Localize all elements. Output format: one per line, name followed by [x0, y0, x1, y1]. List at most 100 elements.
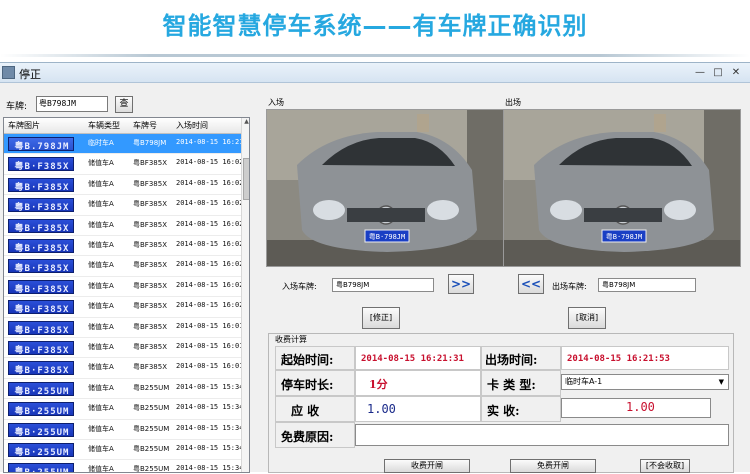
- plate-thumbnail-text: 粤B·F385X: [14, 244, 70, 254]
- start-time-label: 起始时间:: [281, 353, 334, 367]
- table-row[interactable]: 粤B·F385X 储值车A 粤BF385X 2014-08-15 16:02: [4, 195, 241, 216]
- scroll-thumb[interactable]: [243, 158, 249, 200]
- close-button[interactable]: ✕: [730, 67, 742, 78]
- plate-thumbnail-text: 粤B·F385X: [14, 203, 70, 214]
- plate-thumbnail: 粤B·255UM: [8, 422, 74, 438]
- table-row[interactable]: 粤B·F385X 储值车A 粤BF385X 2014-08-15 16:02: [4, 297, 241, 318]
- scroll-up-icon[interactable]: ▲: [242, 118, 249, 128]
- free-reason-input[interactable]: [355, 424, 729, 446]
- vehicle-type-cell: 储值车A: [88, 159, 114, 168]
- app-icon: [2, 66, 15, 79]
- plate-number-cell: 粤BF385X: [133, 261, 167, 270]
- plate-thumbnail: 粤B·F385X: [8, 198, 74, 214]
- vehicle-grid: 车牌图片 车辆类型 车牌号 入场时间 粤B.798JM 临时车A 粤B798JM 20…: [3, 117, 250, 473]
- entry-time-cell: 2014-08-15 15:34: [176, 382, 241, 391]
- entry-time-cell: 2014-08-15 16:02: [176, 260, 241, 269]
- entry-plate-field[interactable]: 粤B798JM: [332, 278, 434, 292]
- table-row[interactable]: 粤B·255UM储值车A粤B255UM2014-08-15 15:34: [4, 379, 241, 400]
- plate-thumbnail-text: 粤B.798JM: [14, 142, 70, 152]
- plate-thumbnail: 粤B·F385X: [8, 218, 74, 234]
- table-row[interactable]: 粤B·F385X 储值车A 粤BF385X 2014-08-15 16:02: [4, 256, 241, 277]
- entry-time-cell: 2014-08-15 15:34: [176, 423, 241, 432]
- table-row[interactable]: 粤B.798JM 临时车A 粤B798JM 2014-08-15 16:21: [4, 134, 241, 155]
- entry-time-cell: 2014-08-15 16:01: [176, 362, 241, 371]
- table-row[interactable]: 粤B·F385X 储值车A 粤BF385X 2014-08-15 16:02: [4, 175, 241, 196]
- plate-number-cell: 粤BF385X: [133, 302, 167, 311]
- plate-number-cell: 粤BF385X: [133, 179, 167, 188]
- plate-thumbnail-text: 粤B·255UM: [14, 386, 70, 397]
- plate-thumbnail-text: 粤B·F385X: [14, 346, 70, 356]
- copy-to-exit-button[interactable]: >>: [448, 274, 474, 294]
- card-type-label: 卡 类 型:: [487, 378, 536, 392]
- plate-thumbnail: 粤B·F385X: [8, 239, 74, 254]
- vehicle-type-cell: 储值车A: [88, 220, 114, 229]
- exit-plate-field[interactable]: 粤B798JM: [598, 278, 696, 292]
- vehicle-type-cell: 储值车A: [88, 281, 114, 290]
- header-plate-image[interactable]: 车牌图片: [8, 120, 40, 131]
- header-plate-number[interactable]: 车牌号: [133, 120, 157, 131]
- plate-thumbnail: 粤B·F385X: [8, 341, 74, 356]
- query-button[interactable]: 查: [115, 96, 133, 113]
- plate-thumbnail-text: 粤B·F385X: [14, 305, 70, 316]
- vehicle-type-cell: 储值车A: [88, 383, 114, 392]
- cancel-button[interactable]: [取消]: [568, 307, 606, 329]
- header-vehicle-type[interactable]: 车辆类型: [88, 120, 120, 131]
- grid-body: 粤B.798JM 临时车A 粤B798JM 2014-08-15 16:21 粤B·F3…: [4, 134, 241, 472]
- vehicle-type-cell: 储值车A: [88, 445, 114, 453]
- plate-thumbnail: 粤B.798JM: [8, 137, 74, 152]
- plate-thumbnail: 粤B·F385X: [8, 320, 74, 336]
- plate-thumbnail: 粤B·255UM: [8, 402, 74, 417]
- entry-time-cell: 2014-08-15 16:02: [176, 219, 241, 228]
- free-open-gate-button[interactable]: 免费开闸: [510, 459, 596, 473]
- minimize-button[interactable]: —: [694, 67, 706, 78]
- duration-value: 1分: [369, 378, 388, 391]
- plate-thumbnail-text: 粤B·F385X: [14, 162, 70, 173]
- plate-thumbnail: 粤B·255UM: [8, 381, 74, 397]
- copy-to-entry-button[interactable]: <<: [518, 274, 544, 294]
- fix-plate-button[interactable]: [修正]: [362, 307, 400, 329]
- plate-thumbnail-text: 粤B·F385X: [14, 366, 70, 377]
- table-row[interactable]: 粤B·255UM储值车A粤B255UM2014-08-15 15:34: [4, 420, 241, 440]
- plate-thumbnail: 粤B·F385X: [8, 279, 74, 295]
- free-reason-label: 免费原因:: [281, 430, 334, 444]
- maximize-button[interactable]: □: [712, 67, 724, 78]
- plate-search-input[interactable]: 粤B798JM: [36, 96, 108, 112]
- table-row[interactable]: 粤B·255UM储值车A粤B255UM2014-08-15 15:34: [4, 460, 241, 472]
- amount-paid-label: 实 收:: [487, 404, 520, 418]
- dropdown-arrow-icon[interactable]: ▼: [719, 375, 724, 389]
- banner-divider: [0, 54, 750, 57]
- vehicle-type-cell: 储值车A: [88, 261, 114, 270]
- header-entry-time[interactable]: 入场时间: [176, 120, 208, 131]
- vehicle-type-cell: 储值车A: [88, 179, 114, 188]
- table-row[interactable]: 粤B·F385X 储值车A 粤BF385X 2014-08-15 16:01: [4, 318, 241, 338]
- plate-number-cell: 粤B255UM: [133, 404, 170, 413]
- entry-time-cell: 2014-08-15 15:34: [176, 444, 241, 452]
- table-row[interactable]: 粤B·F385X 储值车A 粤BF385X 2014-08-15 16:02: [4, 236, 241, 257]
- amount-paid-input[interactable]: 1.00: [561, 398, 711, 418]
- entry-time-cell: 2014-08-15 16:01: [176, 342, 241, 350]
- plate-number-cell: 粤B255UM: [133, 445, 170, 453]
- table-row[interactable]: 粤B·F385X 储值车A 粤BF385X 2014-08-15 16:01: [4, 338, 241, 359]
- window-titlebar: 停正 — □ ✕: [0, 63, 750, 83]
- table-row[interactable]: 粤B·F385X 储值车A 粤BF385X 2014-08-15 16:02: [4, 216, 241, 236]
- no-charge-button[interactable]: [不会收取]: [640, 459, 690, 473]
- vehicle-type-cell: 储值车A: [88, 363, 114, 372]
- grid-scrollbar[interactable]: ▲: [241, 118, 249, 472]
- table-row[interactable]: 粤B·F385X 储值车A 粤BF385X 2014-08-15 16:01: [4, 358, 241, 379]
- plate-thumbnail-text: 粤B·F385X: [14, 284, 70, 295]
- vehicle-type-cell: 储值车A: [88, 200, 114, 209]
- entry-time-cell: 2014-08-15 16:21: [176, 138, 241, 146]
- vehicle-type-cell: 临时车A: [88, 139, 114, 147]
- table-row[interactable]: 粤B·255UM 储值车A 粤B255UM 2014-08-15 15:34: [4, 440, 241, 461]
- entry-photo-plate: 粤B·798JM: [369, 232, 406, 241]
- table-row[interactable]: 粤B·F385X 储值车A 粤BF385X 2014-08-15 16:02: [4, 154, 241, 175]
- charge-open-gate-button[interactable]: 收费开闸: [384, 459, 470, 473]
- plate-number-cell: 粤BF385X: [133, 322, 167, 331]
- plate-thumbnail: 粤B·F385X: [8, 300, 74, 316]
- plate-thumbnail: 粤B·255UM: [8, 443, 74, 458]
- table-row[interactable]: 粤B·F385X 储值车A 粤BF385X 2014-08-15 16:02: [4, 277, 241, 298]
- card-type-select[interactable]: 临时车A-1 ▼: [561, 374, 729, 390]
- plate-thumbnail-text: 粤B·255UM: [14, 448, 70, 458]
- table-row[interactable]: 粤B·255UM储值车A粤B255UM2014-08-15 15:34: [4, 399, 241, 420]
- plate-number-cell: 粤BF385X: [133, 241, 167, 249]
